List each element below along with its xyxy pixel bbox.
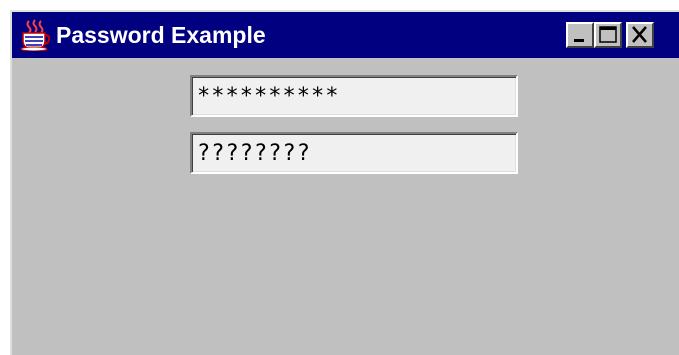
application-window: Password Example [10, 10, 679, 355]
minimize-button[interactable] [566, 22, 594, 48]
minimize-icon [574, 39, 584, 42]
password-field-question-echo[interactable] [190, 132, 518, 174]
maximize-button[interactable] [594, 22, 622, 48]
password-field[interactable] [190, 75, 518, 117]
java-coffee-cup-icon[interactable] [20, 19, 51, 52]
window-title: Password Example [56, 22, 266, 48]
close-icon [632, 26, 647, 43]
title-bar[interactable]: Password Example [12, 12, 679, 58]
maximize-icon [599, 26, 617, 43]
close-button[interactable] [626, 22, 654, 48]
